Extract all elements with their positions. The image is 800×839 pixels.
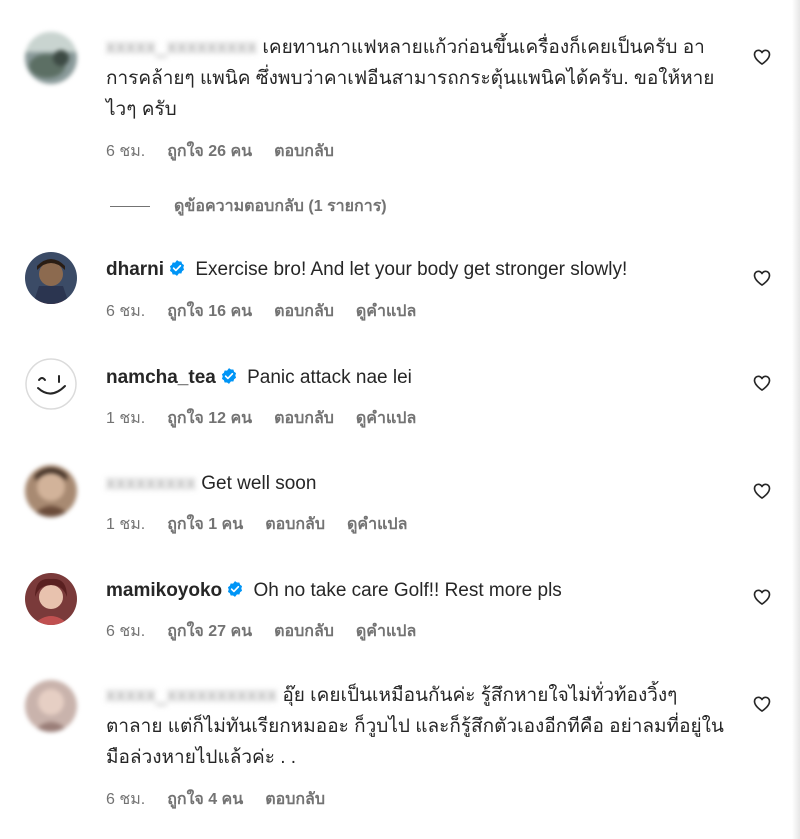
comment-likes[interactable]: ถูกใจ 12 คน: [167, 406, 252, 431]
avatar[interactable]: [25, 358, 77, 410]
heart-outline-icon[interactable]: [752, 47, 772, 67]
translate-button[interactable]: ดูคำแปล: [356, 299, 416, 324]
scroll-edge: [792, 0, 800, 839]
comment-time: 6 ชม.: [106, 143, 146, 160]
comment-body: xxxxx_xxxxxxxxx เคยทานกาแฟหลายแก้วก่อนขึ…: [106, 32, 724, 125]
comment-meta: 6 ชม. ถูกใจ 4 คน ตอบกลับ: [106, 787, 325, 812]
comment-time: 6 ชม.: [106, 791, 146, 808]
translate-button[interactable]: ดูคำแปล: [347, 512, 407, 537]
translate-button[interactable]: ดูคำแปล: [356, 406, 416, 431]
comment-likes[interactable]: ถูกใจ 16 คน: [167, 299, 252, 324]
comment-body: namcha_tea Panic attack nae lei: [106, 362, 724, 393]
comment-body: dharni Exercise bro! And let your body g…: [106, 254, 724, 285]
avatar[interactable]: [25, 465, 77, 517]
comment-username[interactable]: xxxxxxxxx: [106, 473, 196, 494]
comment-meta: 6 ชม. ถูกใจ 27 คน ตอบกลับ ดูคำแปล: [106, 619, 416, 644]
heart-outline-icon[interactable]: [752, 268, 772, 288]
comment-time: 1 ชม.: [106, 410, 146, 427]
view-replies-label: ดูข้อความตอบกลับ (1 รายการ): [174, 198, 387, 215]
divider: [110, 206, 150, 207]
comment-meta: 6 ชม. ถูกใจ 16 คน ตอบกลับ ดูคำแปล: [106, 299, 416, 324]
verified-badge-icon: [170, 260, 185, 276]
heart-outline-icon[interactable]: [752, 481, 772, 501]
comment-text: Get well soon: [201, 473, 317, 494]
heart-outline-icon[interactable]: [752, 694, 772, 714]
verified-badge-icon: [221, 368, 236, 384]
comment-meta: 6 ชม. ถูกใจ 26 คน ตอบกลับ: [106, 139, 334, 164]
view-replies-button[interactable]: ดูข้อความตอบกลับ (1 รายการ): [110, 194, 387, 219]
reply-button[interactable]: ตอบกลับ: [274, 619, 334, 644]
comment-body: xxxxxxxxx Get well soon: [106, 468, 724, 499]
translate-button[interactable]: ดูคำแปล: [356, 619, 416, 644]
comment-body: xxxxx_xxxxxxxxxxx อุ๊ย เคยเป็นเหมือนกันค…: [106, 680, 724, 773]
comment-body: mamikoyoko Oh no take care Golf!! Rest m…: [106, 575, 724, 606]
avatar[interactable]: [25, 680, 77, 732]
comment-text: Exercise bro! And let your body get stro…: [195, 259, 628, 280]
reply-button[interactable]: ตอบกลับ: [274, 299, 334, 324]
comment-text: Oh no take care Golf!! Rest more pls: [253, 580, 562, 601]
comment-time: 6 ชม.: [106, 303, 146, 320]
comment-time: 1 ชม.: [106, 516, 146, 533]
comment-likes[interactable]: ถูกใจ 26 คน: [167, 139, 252, 164]
comment-likes[interactable]: ถูกใจ 27 คน: [167, 619, 252, 644]
heart-outline-icon[interactable]: [752, 587, 772, 607]
comment-username[interactable]: namcha_tea: [106, 367, 216, 388]
comment-meta: 1 ชม. ถูกใจ 12 คน ตอบกลับ ดูคำแปล: [106, 406, 416, 431]
comment-username[interactable]: xxxxx_xxxxxxxxx: [106, 37, 257, 58]
avatar[interactable]: [25, 32, 77, 84]
comment-username[interactable]: xxxxx_xxxxxxxxxxx: [106, 685, 277, 706]
comment-meta: 1 ชม. ถูกใจ 1 คน ตอบกลับ ดูคำแปล: [106, 512, 407, 537]
avatar[interactable]: [25, 252, 77, 304]
comment-text: Panic attack nae lei: [247, 367, 412, 388]
comment-time: 6 ชม.: [106, 623, 146, 640]
reply-button[interactable]: ตอบกลับ: [274, 406, 334, 431]
comment-likes[interactable]: ถูกใจ 4 คน: [167, 787, 243, 812]
reply-button[interactable]: ตอบกลับ: [265, 512, 325, 537]
comment-likes[interactable]: ถูกใจ 1 คน: [167, 512, 243, 537]
avatar[interactable]: [25, 573, 77, 625]
heart-outline-icon[interactable]: [752, 373, 772, 393]
reply-button[interactable]: ตอบกลับ: [265, 787, 325, 812]
comment-username[interactable]: mamikoyoko: [106, 580, 222, 601]
verified-badge-icon: [228, 581, 243, 597]
reply-button[interactable]: ตอบกลับ: [274, 139, 334, 164]
comment-username[interactable]: dharni: [106, 259, 164, 280]
